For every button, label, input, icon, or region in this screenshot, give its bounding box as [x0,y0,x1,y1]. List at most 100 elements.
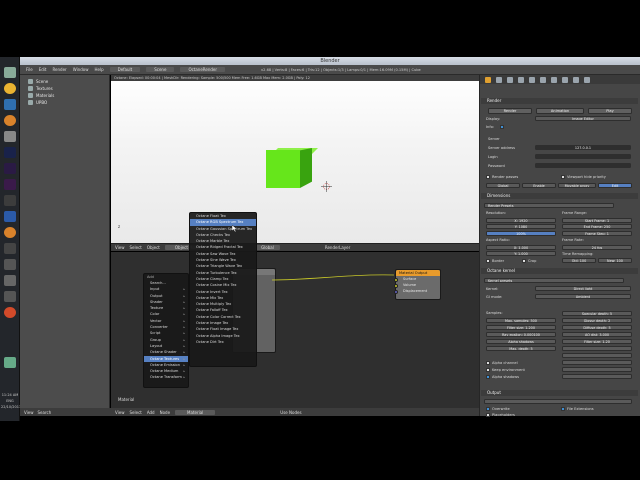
gi-mode-select[interactable]: Ambient [535,294,631,299]
render-tab-icon[interactable] [485,76,491,83]
search-menu[interactable]: Search [38,410,52,415]
node-menu[interactable]: Node [160,410,170,415]
3d-cursor-icon[interactable] [321,181,332,192]
cube-object[interactable] [266,150,300,188]
render-presets-select[interactable]: Render Presets [484,203,614,208]
app-icon[interactable] [4,275,16,286]
scene-select[interactable]: Scene [146,67,175,72]
overwrite-checkbox[interactable] [486,407,490,411]
specular-depth-field[interactable]: Specular depth: 5 [562,311,632,316]
cube-side-face[interactable] [300,148,312,188]
transform-orientation[interactable]: Global [255,245,280,250]
placeholders-checkbox[interactable] [486,413,490,417]
constraints-tab-icon[interactable] [540,76,546,83]
keep-environment-checkbox[interactable] [486,368,490,372]
texture-tab-icon[interactable] [584,76,590,83]
resolution-y-field[interactable]: Y: 1080 [486,224,556,229]
object-menu[interactable]: Object [147,245,160,250]
word-icon[interactable] [4,211,16,222]
material-tab-icon[interactable] [573,76,579,83]
menu-item[interactable]: Octane Transform ▸ [144,374,188,380]
play-button[interactable]: Play [588,108,632,114]
photoshop-icon[interactable] [4,147,16,158]
login-field[interactable] [535,154,631,159]
tray-icon[interactable] [4,357,16,368]
view-menu[interactable]: View [115,410,125,415]
extra-field[interactable] [562,367,632,372]
aspect-x-field[interactable]: X: 1.000 [486,245,556,250]
end-frame-field[interactable]: End Frame: 250 [562,224,632,229]
password-field[interactable] [535,163,631,168]
ao-dist-field[interactable]: AO dist: 3.000 [562,332,632,337]
chrome-icon[interactable] [4,83,16,94]
section-dimensions[interactable]: Dimensions [481,193,638,199]
max-samples-field[interactable]: Max. samples: 500 [486,318,556,323]
border-checkbox[interactable] [486,259,490,263]
view-menu[interactable]: View [115,245,125,250]
time-new-field[interactable]: New: 100 [598,258,632,263]
info-checkbox[interactable] [500,125,504,129]
app-icon[interactable] [4,195,16,206]
app-icon[interactable] [4,259,16,270]
menu-file[interactable]: File [26,67,33,72]
select-menu[interactable]: Select [130,410,142,415]
material-output-node[interactable]: Material Output Surface Volume Displacem… [394,269,441,300]
windows-start-icon[interactable] [4,67,16,78]
object-tab-icon[interactable] [529,76,535,83]
blender-icon[interactable] [4,115,16,126]
diffuse-depth-field[interactable]: Diffuse depth: 5 [562,325,632,330]
ray-epsilon-field[interactable]: Ray epsilon: 0.000100 [486,332,556,337]
outliner-item[interactable]: Textures [28,85,53,91]
alpha-channel-checkbox[interactable] [486,361,490,365]
resolution-x-field[interactable]: X: 1920 [486,218,556,223]
menu-item[interactable]: Octane Dirt Tex [190,339,256,345]
alpha-shadows-checkbox[interactable] [486,375,490,379]
filter-size-2-field[interactable]: Filter size: 1.20 [562,339,632,344]
extra-field[interactable] [562,346,632,351]
world-tab-icon[interactable] [518,76,524,83]
max-depth-field[interactable]: Max. depth: 5 [486,346,556,351]
alpha-shadows-field[interactable]: Alpha shadows [486,339,556,344]
crop-checkbox[interactable] [522,259,526,263]
use-nodes-toggle[interactable]: Use Nodes [280,410,301,415]
layers-tab-icon[interactable] [496,76,502,83]
movable-proxy-button[interactable]: Movable proxy [558,183,596,188]
menu-render[interactable]: Render [52,67,66,72]
kernel-select[interactable]: Direct light [535,286,631,291]
animation-button[interactable]: Animation [536,108,584,114]
add-menu-button[interactable]: Add [147,410,155,415]
kernel-presets-select[interactable]: Kernel presets [484,278,624,283]
app-icon[interactable] [4,307,16,318]
menu-edit[interactable]: Edit [39,67,47,72]
extra-field[interactable] [562,360,632,365]
file-extensions-checkbox[interactable] [561,407,565,411]
scene-tab-icon[interactable] [507,76,513,83]
layout-select[interactable]: Default [109,67,141,72]
taskbar-clock[interactable]: 11:24 AM ENG 22/10/2013 [1,392,21,410]
menu-help[interactable]: Help [94,67,103,72]
engine-select[interactable]: OctaneRender [180,67,226,72]
frame-rate-select[interactable]: 24 fps [562,245,632,250]
displacement-socket[interactable]: Displacement [394,288,440,294]
output-path-field[interactable] [484,399,632,404]
display-select[interactable]: Image Editor [535,116,631,121]
render-button[interactable]: Render [488,108,532,114]
global-button[interactable]: Global [486,183,520,188]
start-frame-field[interactable]: Start Frame: 1 [562,218,632,223]
modifiers-tab-icon[interactable] [551,76,557,83]
viewport-hide-checkbox[interactable] [561,175,565,179]
render-layer[interactable]: RenderLayer [325,245,350,250]
resolution-percent-field[interactable]: 100% [486,231,556,236]
section-output[interactable]: Output [481,390,638,396]
extra-field[interactable] [562,353,632,358]
glossy-depth-field[interactable]: Glossy depth: 2 [562,318,632,323]
menu-window[interactable]: Window [73,67,89,72]
data-tab-icon[interactable] [562,76,568,83]
app-icon[interactable] [4,291,16,302]
server-address-field[interactable]: 127.0.0.1 [535,145,631,150]
view-menu[interactable]: View [24,410,34,415]
select-menu[interactable]: Select [130,245,142,250]
premiere-icon[interactable] [4,179,16,190]
app-icon[interactable] [4,131,16,142]
enable-button[interactable]: Enable [522,183,556,188]
